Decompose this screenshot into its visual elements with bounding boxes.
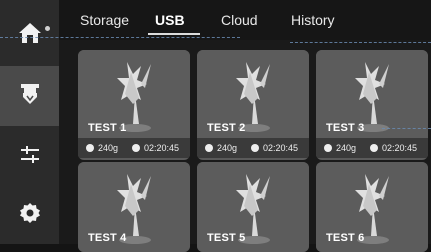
notification-dot: [45, 26, 50, 31]
file-title: TEST 1: [88, 122, 127, 134]
time-item: 02:20:45: [132, 143, 179, 153]
file-card[interactable]: TEST 2 240g 02:20:45: [197, 50, 309, 160]
file-card[interactable]: TEST 3 240g 02:20:45: [316, 50, 428, 160]
weight-item: 240g: [86, 143, 118, 153]
file-meta-bar: 240g 02:20:45: [197, 138, 309, 158]
file-title: TEST 2: [207, 122, 246, 134]
file-card[interactable]: TEST 4: [78, 162, 190, 252]
file-meta-bar: 240g 02:20:45: [316, 138, 428, 158]
time-item: 02:20:45: [251, 143, 298, 153]
tab-storage[interactable]: Storage: [80, 12, 129, 28]
weight-item: 240g: [205, 143, 237, 153]
print-time: 02:20:45: [382, 143, 418, 153]
clock-icon: [370, 144, 379, 152]
guide-line: [382, 128, 431, 129]
print-time: 02:20:45: [263, 143, 299, 153]
time-item: 02:20:45: [370, 143, 417, 153]
clock-icon: [132, 144, 141, 152]
file-card[interactable]: TEST 6: [316, 162, 428, 252]
file-weight: 240g: [98, 143, 119, 153]
sliders-icon: [19, 145, 41, 170]
file-card[interactable]: TEST 1 240g 02:20:45: [78, 50, 190, 160]
tab-bar: Storage USB Cloud History: [59, 0, 431, 40]
tab-cloud[interactable]: Cloud: [221, 12, 258, 28]
tab-history[interactable]: History: [291, 12, 335, 28]
file-title: TEST 3: [326, 122, 365, 134]
sidebar-item-settings[interactable]: [0, 190, 59, 240]
file-title: TEST 5: [207, 232, 246, 244]
gear-icon: [19, 202, 41, 229]
home-icon: [18, 22, 42, 49]
weight-item: 240g: [324, 143, 356, 153]
file-weight: 240g: [217, 143, 238, 153]
printer-icon: [19, 82, 41, 111]
file-title: TEST 6: [326, 232, 365, 244]
tab-usb[interactable]: USB: [155, 12, 185, 28]
sidebar-item-home[interactable]: [0, 10, 59, 60]
filament-icon: [205, 144, 213, 152]
filament-icon: [86, 144, 94, 152]
print-time: 02:20:45: [144, 143, 180, 153]
sidebar-item-print[interactable]: [0, 66, 59, 126]
filament-icon: [324, 144, 332, 152]
active-tab-indicator: [148, 33, 200, 35]
file-card[interactable]: TEST 5: [197, 162, 309, 252]
guide-line: [290, 42, 431, 43]
file-meta-bar: 240g 02:20:45: [78, 138, 190, 158]
file-title: TEST 4: [88, 232, 127, 244]
clock-icon: [251, 144, 260, 152]
sidebar-item-controls[interactable]: [0, 132, 59, 182]
guide-line: [0, 37, 240, 38]
file-weight: 240g: [336, 143, 357, 153]
